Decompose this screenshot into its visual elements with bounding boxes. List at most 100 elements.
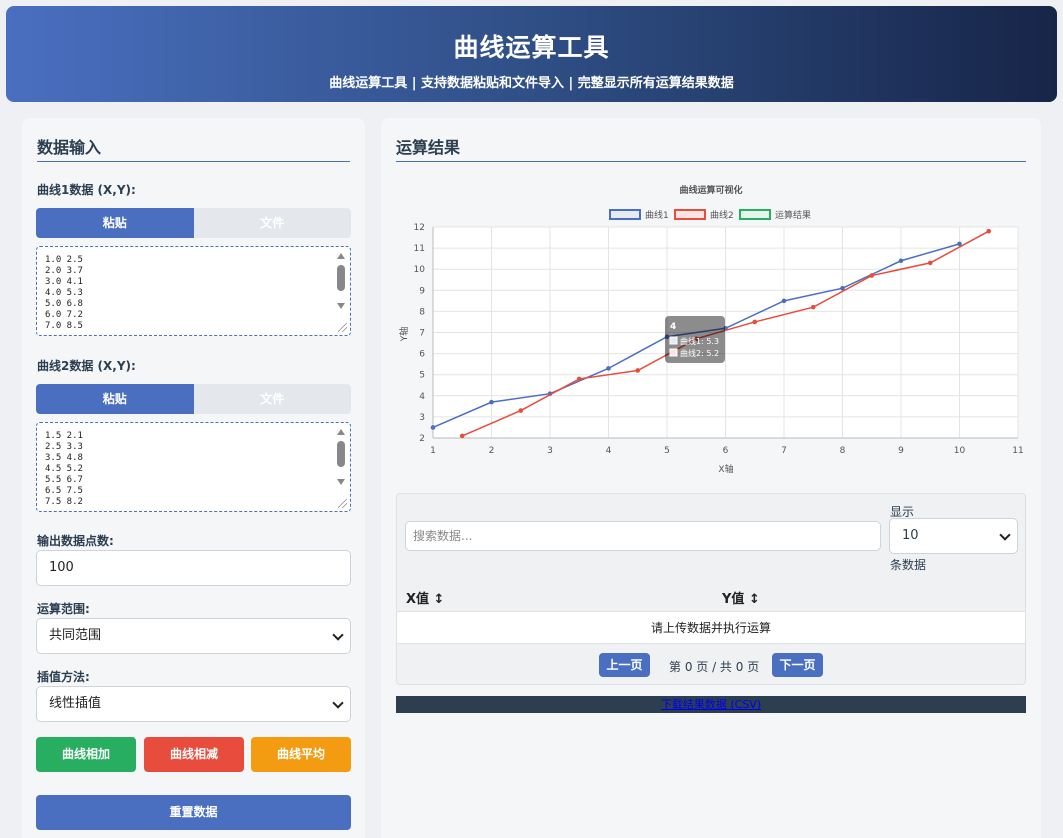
data-line: 1.5 2.1 — [45, 431, 83, 441]
x-tick-label: 11 — [1012, 446, 1023, 456]
curve2-paste-tab[interactable]: 粘贴 — [36, 384, 194, 414]
curve1-paste-tab[interactable]: 粘贴 — [36, 208, 194, 238]
x-tick-label: 9 — [898, 446, 904, 456]
data-line: 7.5 8.2 — [45, 497, 83, 507]
divider — [396, 161, 1026, 162]
data-point — [927, 260, 933, 266]
legend-label: 曲线2 — [710, 209, 734, 221]
curve2-file-tab[interactable]: 文件 — [193, 384, 351, 414]
show-suffix: 条数据 — [890, 558, 927, 572]
curve1-textarea[interactable]: 1.0 2.5 2.0 3.7 3.0 4.1 4.0 5.3 5.0 6.8 6.0 7… — [36, 246, 351, 336]
data-line: 2.5 3.3 — [45, 442, 83, 452]
data-line: 4.0 5.3 — [45, 288, 83, 298]
points-label: 输出数据点数: — [37, 534, 114, 548]
page-info: 第 0 页 / 共 0 页 — [669, 660, 760, 674]
method-select-value: 线性插值 — [49, 696, 102, 711]
y-tick-label: 5 — [419, 371, 425, 381]
page-size-value: 10 — [902, 528, 919, 543]
y-axis-label: Y轴 — [398, 327, 410, 343]
page-size-select[interactable]: 10 — [889, 518, 1018, 554]
x-tick-label: 2 — [489, 446, 495, 456]
data-point — [869, 273, 875, 278]
range-select-value: 共同范围 — [49, 628, 102, 643]
average-curves-button[interactable]: 曲线平均 — [251, 737, 351, 772]
x-axis-label: X轴 — [718, 463, 733, 475]
scroll-down-icon[interactable] — [337, 303, 345, 309]
data-line: 6.5 7.5 — [45, 486, 83, 496]
curve2-scrollbar[interactable] — [337, 427, 346, 489]
method-select[interactable]: 线性插值 — [36, 686, 351, 722]
app-subtitle: 曲线运算工具 | 支持数据粘贴和文件导入 | 完整显示所有运算结果数据 — [329, 76, 734, 91]
subtract-curves-button[interactable]: 曲线相减 — [144, 737, 244, 772]
column-header-x[interactable]: X值 ↕ — [406, 588, 444, 607]
resize-grip-icon[interactable] — [338, 323, 347, 332]
legend-label: 曲线1 — [645, 209, 669, 221]
y-tick-label: 9 — [419, 286, 425, 296]
curve1-tabs: 粘贴 文件 — [36, 208, 351, 238]
tooltip-line: 曲线1: 5.3 — [680, 336, 719, 346]
curve2-textarea[interactable]: 1.5 2.1 2.5 3.3 3.5 4.8 4.5 5.2 5.5 6.7 6.5 7… — [36, 422, 351, 512]
result-panel: 运算结果 1 2 3 4 5 6 7 8 9 10 11 2 3 4 5 6 7 8 9 10 11 12 曲线运算可视化 X… — [381, 118, 1041, 838]
tooltip-line: 曲线2: 5.2 — [680, 348, 719, 358]
data-point — [489, 399, 494, 405]
data-point — [752, 319, 758, 325]
divider — [37, 161, 350, 162]
curve1-label: 曲线1数据 (X,Y): — [37, 183, 136, 197]
y-tick-label: 11 — [414, 244, 425, 254]
result-chart[interactable]: 1 2 3 4 5 6 7 8 9 10 1123456789101112曲线运算可视化X轴Y轴曲线… — [381, 174, 1041, 479]
curve2-label: 曲线2数据 (X,Y): — [37, 359, 136, 373]
data-line: 4.5 5.2 — [45, 464, 83, 474]
y-tick-label: 10 — [414, 265, 426, 275]
data-point — [986, 228, 992, 234]
scroll-down-icon[interactable] — [337, 479, 345, 485]
x-tick-label: 1 — [430, 446, 436, 456]
resize-grip-icon[interactable] — [338, 499, 347, 508]
range-select[interactable]: 共同范围 — [36, 618, 351, 654]
x-tick-label: 6 — [723, 446, 729, 456]
column-header-y[interactable]: Y值 ↕ — [722, 588, 760, 607]
scroll-up-icon[interactable] — [337, 253, 345, 259]
data-line: 3.5 4.8 — [45, 453, 83, 463]
legend-swatch — [674, 209, 706, 220]
curve1-scrollbar[interactable] — [337, 251, 346, 313]
y-tick-label: 2 — [419, 434, 425, 444]
data-point — [576, 376, 582, 382]
chart-title: 曲线运算可视化 — [679, 184, 742, 196]
prev-page-button[interactable]: 上一页 — [599, 653, 650, 677]
input-panel: 数据输入 曲线1数据 (X,Y): 粘贴 文件 1.0 2.5 2.0 3.7 3.… — [22, 118, 365, 838]
result-table: 搜索数据... 显示 10 条数据 X值 ↕ Y值 ↕ 请上传数据并执行运算 上… — [396, 493, 1026, 685]
tooltip-title: 4 — [670, 322, 676, 332]
curve1-file-tab[interactable]: 文件 — [193, 208, 351, 238]
data-point — [459, 433, 465, 439]
x-tick-label: 7 — [781, 446, 787, 456]
add-curves-button[interactable]: 曲线相加 — [36, 737, 136, 772]
x-tick-label: 4 — [606, 446, 612, 456]
y-tick-label: 7 — [419, 329, 425, 339]
download-csv-link[interactable]: 下载结果数据 (CSV) — [396, 696, 1026, 713]
y-tick-label: 3 — [419, 413, 425, 423]
empty-row: 请上传数据并执行运算 — [397, 611, 1025, 644]
data-line: 6.0 7.2 — [45, 310, 83, 320]
data-line: 5.5 6.7 — [45, 475, 83, 485]
search-input[interactable]: 搜索数据... — [405, 521, 881, 551]
tooltip-swatch — [669, 348, 678, 357]
scroll-up-icon[interactable] — [337, 429, 345, 435]
x-tick-label: 5 — [664, 446, 670, 456]
app-header: 曲线运算工具 曲线运算工具 | 支持数据粘贴和文件导入 | 完整显示所有运算结果… — [6, 6, 1057, 102]
scroll-thumb[interactable] — [337, 265, 345, 291]
x-tick-label: 3 — [547, 446, 553, 456]
points-input[interactable]: 100 — [36, 550, 351, 586]
app-title: 曲线运算工具 — [453, 33, 610, 62]
scroll-thumb[interactable] — [337, 441, 345, 467]
next-page-button[interactable]: 下一页 — [772, 653, 823, 677]
chevron-down-icon — [332, 697, 344, 709]
y-tick-label: 4 — [419, 392, 425, 402]
curve2-tabs: 粘贴 文件 — [36, 384, 351, 414]
result-panel-title: 运算结果 — [396, 138, 461, 157]
chevron-down-icon — [332, 629, 344, 641]
data-line: 3.0 4.1 — [45, 277, 83, 287]
data-point — [810, 304, 816, 310]
reset-button[interactable]: 重置数据 — [36, 795, 351, 830]
data-point — [635, 368, 641, 373]
input-panel-title: 数据输入 — [37, 138, 102, 157]
